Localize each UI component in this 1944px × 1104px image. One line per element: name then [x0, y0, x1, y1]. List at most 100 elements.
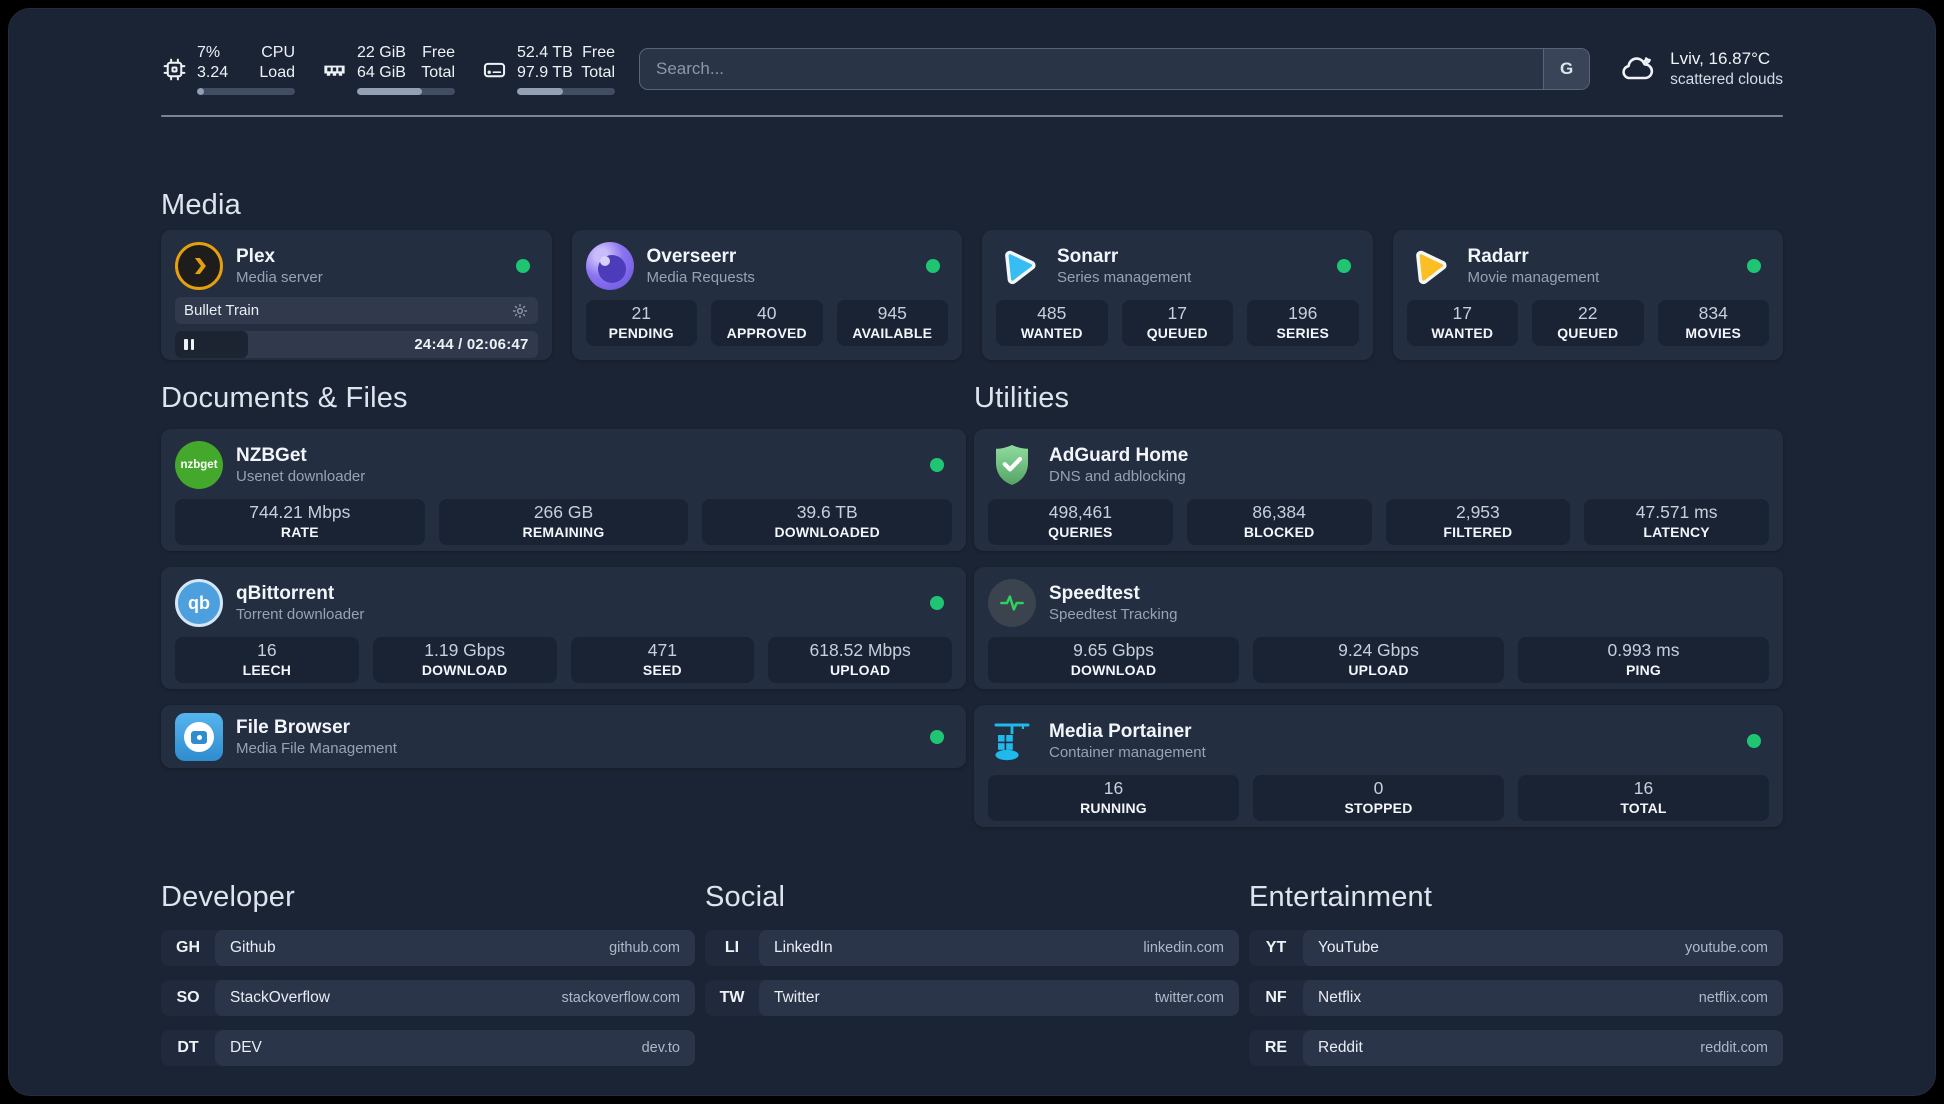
utilities-column: Utilities AdGuard Home DNS and adblockin… [974, 382, 1783, 827]
service-card-overseerr[interactable]: Overseerr Media Requests 21 PENDING 40 A… [571, 230, 962, 360]
stat-upload: 9.24 Gbps UPLOAD [1253, 637, 1504, 683]
stat-upload: 618.52 Mbps UPLOAD [768, 637, 952, 683]
stat-rate: 744.21 Mbps RATE [175, 499, 425, 545]
stats-row: 485 WANTED 17 QUEUED 196 SERIES [996, 300, 1359, 346]
service-name: Sonarr [1057, 245, 1119, 267]
stat-series: 196 SERIES [1247, 300, 1359, 346]
service-name: Plex [236, 245, 276, 267]
now-playing-title-row: Bullet Train [175, 297, 538, 324]
stat-queued: 17 QUEUED [1121, 300, 1233, 346]
bookmark-netflix[interactable]: NF Netflix netflix.com [1249, 980, 1783, 1016]
stat-queued: 22 QUEUED [1532, 300, 1644, 346]
memory-icon [324, 65, 345, 76]
service-card-filebrowser[interactable]: File Browser Media File Management [161, 705, 966, 768]
pause-icon [184, 339, 188, 350]
search-bar: G [639, 48, 1591, 90]
cpu-widget: 7% 3.24 CPU Load [161, 43, 295, 95]
bookmark-group-entertainment: Entertainment YT YouTube youtube.com NF … [1249, 881, 1783, 1080]
plex-icon [175, 242, 223, 290]
service-desc: Torrent downloader [236, 605, 365, 623]
bookmarks: Developer GH Github github.com SO StackO… [161, 881, 1783, 1080]
status-dot [930, 458, 944, 472]
bookmark-stackoverflow[interactable]: SO StackOverflow stackoverflow.com [161, 980, 695, 1016]
search-provider-button[interactable]: G [1543, 49, 1590, 89]
section-title-developer: Developer [161, 881, 295, 913]
memory-total: 64 GiB [357, 64, 406, 81]
bookmark-github[interactable]: GH Github github.com [161, 930, 695, 966]
stat-latency: 47.571 ms LATENCY [1584, 499, 1769, 545]
status-dot [1747, 734, 1761, 748]
stat-movies: 834 MOVIES [1657, 300, 1769, 346]
disk-usage-bar [517, 87, 615, 95]
bookmark-group-social: Social LI LinkedIn linkedin.com TW Twitt… [705, 881, 1239, 1080]
bookmark-dev[interactable]: DT DEV dev.to [161, 1030, 695, 1066]
memory-free: 22 GiB [357, 44, 406, 62]
service-card-portainer[interactable]: Media Portainer Container management 16 … [974, 705, 1783, 827]
service-desc: Media Requests [646, 268, 755, 286]
service-name: NZBGet [236, 444, 307, 466]
stat-download: 1.19 Gbps DOWNLOAD [372, 637, 557, 683]
portainer-icon [988, 717, 1036, 765]
documents-column: Documents & Files nzbget NZBGet Usenet d… [161, 382, 966, 827]
status-dot [930, 730, 944, 744]
middle-columns: Documents & Files nzbget NZBGet Usenet d… [161, 382, 1783, 827]
stat-pending: 21 PENDING [585, 300, 697, 346]
cpu-icon [163, 58, 186, 80]
topbar-divider [161, 115, 1783, 117]
stat-available: 945 AVAILABLE [836, 300, 948, 346]
section-title-social: Social [705, 881, 786, 913]
service-card-nzbget[interactable]: nzbget NZBGet Usenet downloader 744.21 M… [161, 429, 966, 551]
status-dot [1747, 259, 1761, 273]
system-widgets: 7% 3.24 CPU Load 22 GiB 64 GiB Free Tota… [161, 43, 615, 95]
stat-downloaded: 39.6 TB DOWNLOADED [702, 499, 953, 545]
status-dot [926, 259, 940, 273]
service-card-speedtest[interactable]: Speedtest Speedtest Tracking 9.65 Gbps D… [974, 567, 1783, 689]
status-dot [1336, 259, 1351, 273]
service-desc: Media server [236, 268, 323, 286]
bookmark-twitter[interactable]: TW Twitter twitter.com [705, 980, 1239, 1016]
service-name: AdGuard Home [1049, 444, 1189, 466]
service-card-radarr[interactable]: Radarr Movie management 17 WANTED 22 QUE… [1392, 230, 1783, 360]
stats-row: 744.21 Mbps RATE 266 GB REMAINING 39.6 T… [175, 499, 953, 545]
disk-widget: 52.4 TB 97.9 TB Free Total [481, 43, 615, 95]
service-card-qbittorrent[interactable]: qb qBittorrent Torrent downloader 16 LEE… [161, 567, 966, 689]
disk-icon [483, 62, 506, 77]
stat-wanted: 17 WANTED [1406, 300, 1518, 346]
section-title-entertainment: Entertainment [1249, 881, 1433, 913]
status-dot [930, 596, 944, 610]
service-desc: Media File Management [236, 739, 397, 757]
service-name: Radarr [1467, 245, 1529, 267]
dashboard-page: 7% 3.24 CPU Load 22 GiB 64 GiB Free Tota… [8, 8, 1936, 1096]
service-desc: Usenet downloader [236, 467, 366, 485]
stat-total: 16 TOTAL [1518, 775, 1769, 821]
service-name: File Browser [236, 716, 351, 738]
stats-row: 16 LEECH 1.19 Gbps DOWNLOAD 471 SEED 618… [175, 637, 952, 683]
disk-label-2: Total [581, 64, 615, 81]
settings-icon[interactable] [511, 302, 529, 320]
stats-row: 21 PENDING 40 APPROVED 945 AVAILABLE [585, 300, 948, 346]
stat-wanted: 485 WANTED [996, 300, 1108, 346]
speedtest-icon [988, 579, 1036, 627]
bookmark-reddit[interactable]: RE Reddit reddit.com [1249, 1030, 1783, 1066]
section-title-utilities: Utilities [974, 382, 1070, 414]
memory-widget-body: 22 GiB 64 GiB Free Total [357, 43, 455, 95]
service-card-sonarr[interactable]: Sonarr Series management 485 WANTED 17 Q… [982, 230, 1373, 360]
disk-widget-body: 52.4 TB 97.9 TB Free Total [517, 43, 615, 95]
bookmark-youtube[interactable]: YT YouTube youtube.com [1249, 930, 1783, 966]
search-input[interactable] [640, 49, 1544, 89]
section-title-media: Media [161, 189, 241, 221]
service-card-plex[interactable]: Plex Media server Bullet Train 24:44 / 0… [161, 230, 552, 360]
service-name: qBittorrent [236, 582, 335, 604]
weather-condition: scattered clouds [1670, 70, 1783, 88]
disk-label-1: Free [582, 44, 615, 62]
service-name: Speedtest [1049, 582, 1140, 604]
stat-filtered: 2,953 FILTERED [1385, 499, 1571, 545]
memory-label-1: Free [422, 44, 455, 62]
cpu-widget-body: 7% 3.24 CPU Load [197, 43, 295, 95]
service-name: Overseerr [646, 245, 737, 267]
service-card-adguard[interactable]: AdGuard Home DNS and adblocking 498,461 … [974, 429, 1783, 551]
bookmark-linkedin[interactable]: LI LinkedIn linkedin.com [705, 930, 1239, 966]
section-title-documents: Documents & Files [161, 382, 408, 414]
stat-blocked: 86,384 BLOCKED [1186, 499, 1372, 545]
adguard-icon [988, 441, 1036, 489]
